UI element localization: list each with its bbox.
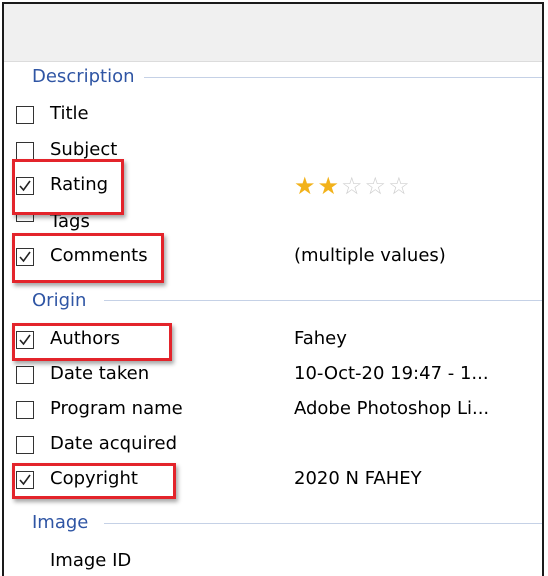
label-copyright: Copyright [50, 468, 138, 489]
star-filled-icon[interactable]: ★ [294, 172, 318, 200]
checkmark-icon [19, 251, 31, 263]
checkbox-subject[interactable] [16, 142, 34, 160]
label-date-taken: Date taken [50, 363, 150, 384]
row-tags[interactable]: Tags [4, 213, 542, 237]
value-date-taken[interactable]: 10-Oct-20 19:47 - 1... [294, 362, 489, 386]
value-program-name[interactable]: Adobe Photoshop Li... [294, 397, 489, 421]
label-date-acquired: Date acquired [50, 433, 178, 454]
checkbox-copyright[interactable] [16, 471, 34, 489]
label-authors: Authors [50, 328, 120, 349]
label-tags: Tags [50, 213, 90, 232]
group-divider [104, 300, 542, 301]
label-title: Title [50, 103, 89, 124]
value-copyright[interactable]: 2020 N FAHEY [294, 467, 422, 491]
checkbox-title[interactable] [16, 106, 34, 124]
star-empty-icon[interactable]: ☆ [388, 172, 412, 200]
star-filled-icon[interactable]: ★ [318, 172, 342, 200]
checkbox-authors[interactable] [16, 331, 34, 349]
label-image-id: Image ID [50, 550, 132, 571]
row-date-acquired[interactable]: Date acquired [4, 429, 542, 463]
checkmark-icon [19, 180, 31, 192]
group-header-description: Description [32, 66, 143, 88]
checkbox-rating[interactable] [16, 177, 34, 195]
row-authors[interactable]: Authors Fahey [4, 324, 542, 358]
row-program-name[interactable]: Program name Adobe Photoshop Li... [4, 394, 542, 428]
checkbox-comments[interactable] [16, 248, 34, 266]
checkmark-icon [19, 334, 31, 346]
label-program-name: Program name [50, 398, 183, 419]
label-rating: Rating [50, 174, 109, 195]
row-rating[interactable]: Rating ★★☆☆☆ [4, 170, 542, 204]
checkbox-date-acquired[interactable] [16, 436, 34, 454]
header-bar [4, 4, 542, 62]
checkbox-tags[interactable] [16, 213, 34, 222]
checkmark-icon [19, 474, 31, 486]
label-subject: Subject [50, 139, 118, 160]
group-header-image: Image [32, 512, 97, 534]
row-comments[interactable]: Comments (multiple values) [4, 241, 542, 275]
group-divider [144, 77, 542, 78]
star-empty-icon[interactable]: ☆ [341, 172, 365, 200]
checkbox-date-taken[interactable] [16, 366, 34, 384]
value-authors[interactable]: Fahey [294, 327, 347, 351]
checkbox-program-name[interactable] [16, 401, 34, 419]
row-date-taken[interactable]: Date taken 10-Oct-20 19:47 - 1... [4, 359, 542, 393]
row-title[interactable]: Title [4, 99, 542, 133]
row-copyright[interactable]: Copyright 2020 N FAHEY [4, 464, 542, 498]
group-header-origin: Origin [32, 290, 95, 312]
rating-stars[interactable]: ★★☆☆☆ [294, 174, 412, 198]
star-empty-icon[interactable]: ☆ [365, 172, 389, 200]
group-divider [104, 523, 542, 524]
value-comments[interactable]: (multiple values) [294, 244, 446, 268]
row-subject[interactable]: Subject [4, 135, 542, 161]
label-comments: Comments [50, 245, 148, 266]
properties-panel: Description Title Subject Rating ★★☆☆☆ T… [2, 2, 544, 576]
row-image-id[interactable]: Image ID [4, 546, 542, 576]
